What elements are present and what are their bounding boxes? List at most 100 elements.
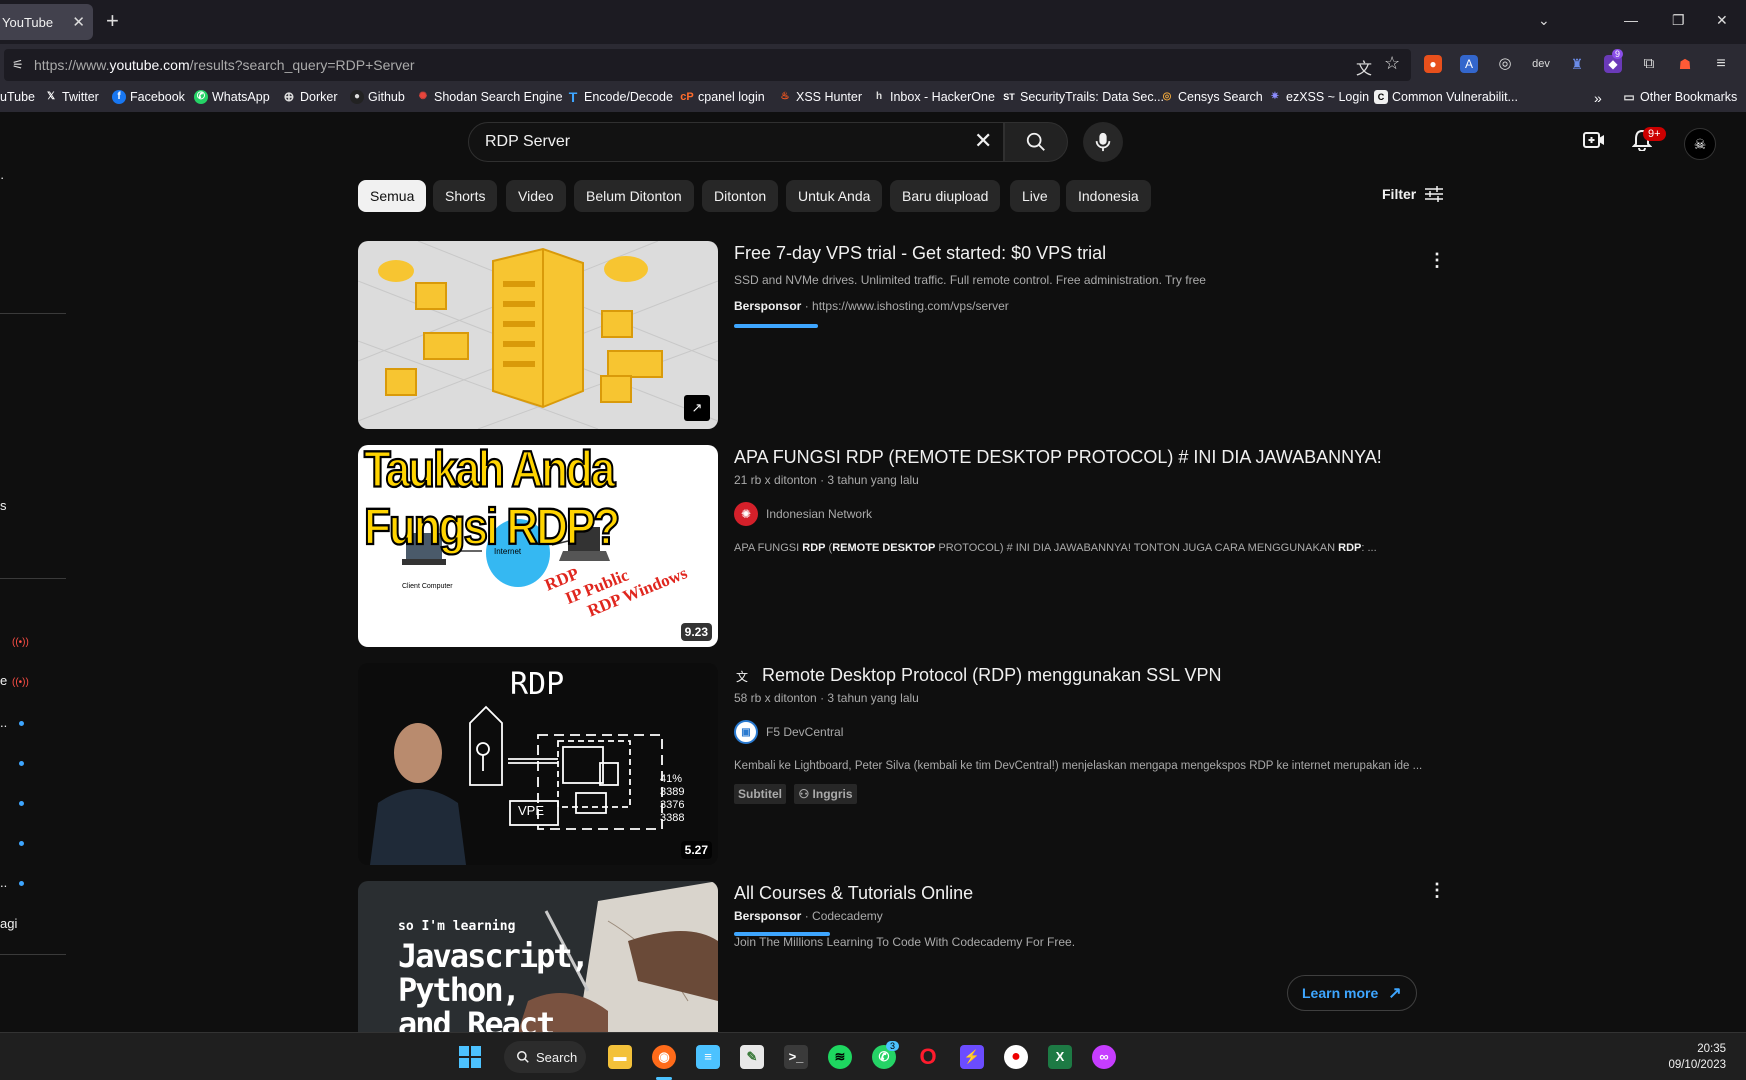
channel-avatar[interactable]: ▣	[734, 720, 758, 744]
chip-shorts[interactable]: Shorts	[433, 180, 498, 212]
minimize-icon[interactable]: —	[1624, 12, 1638, 28]
extension-fox-red-icon[interactable]: ☗	[1676, 55, 1694, 73]
bookmark-dorker[interactable]: ⊕ Dorker	[282, 90, 338, 105]
windows-start-icon[interactable]	[458, 1045, 482, 1069]
tab-close-icon[interactable]: ✕	[72, 13, 85, 31]
extension-cookie-icon[interactable]: ◎	[1496, 55, 1514, 73]
taskbar-search-button[interactable]: Search	[504, 1041, 586, 1073]
nav-fragment[interactable]: ..	[0, 875, 7, 890]
bookmark-xss-hunter[interactable]: ♨ XSS Hunter	[778, 90, 863, 104]
lightning-app-icon[interactable]: ⚡	[960, 1045, 984, 1069]
bookmark-whatsapp[interactable]: ✆ WhatsApp	[194, 90, 270, 104]
ad-thumbnail-codecademy[interactable]: so I'm learning Javascript, Python, and …	[358, 881, 718, 1032]
filter-button[interactable]: Filter	[1382, 186, 1444, 202]
nav-fragment[interactable]: e	[0, 673, 7, 688]
nav-fragment[interactable]: agi	[0, 916, 17, 931]
bookmark-hackerone[interactable]: h Inbox - HackerOne	[872, 90, 995, 104]
chip-untuk-anda[interactable]: Untuk Anda	[786, 180, 883, 212]
system-clock[interactable]: 20:35 09/10/2023	[1668, 1041, 1726, 1073]
video-thumbnail-rdp-ssl-vpn[interactable]: RDP VPE 41% 3389 3376 3388 5.27	[358, 663, 718, 865]
bookmark-star-icon[interactable]: ☆	[1384, 53, 1400, 74]
server-illustration-icon	[358, 241, 718, 429]
tab-list-chevron-icon[interactable]: ⌄	[1538, 12, 1550, 29]
video-description: Kembali ke Lightboard, Peter Silva (kemb…	[734, 760, 1423, 772]
ad-more-options-icon[interactable]: ⋮	[1428, 880, 1446, 901]
chip-video[interactable]: Video	[506, 180, 566, 212]
excel-icon[interactable]: X	[1048, 1045, 1072, 1069]
avatar[interactable]: ☠	[1684, 128, 1716, 160]
search-button[interactable]	[1004, 122, 1068, 162]
firefox-icon[interactable]: ◉	[652, 1045, 676, 1069]
restore-icon[interactable]: ❐	[1672, 12, 1685, 29]
ad-thumbnail-vps[interactable]: ↗	[358, 241, 718, 429]
clear-search-icon[interactable]: ✕	[974, 130, 992, 152]
channel-avatar[interactable]: ✺	[734, 502, 758, 526]
chip-live[interactable]: Live	[1010, 180, 1060, 212]
page-settings-icon[interactable]: ⚟	[12, 57, 24, 73]
advertiser-name[interactable]: Codecademy	[812, 909, 883, 923]
channel-link[interactable]: ✺ Indonesian Network	[734, 502, 872, 526]
bookmark-cve[interactable]: C Common Vulnerabilit...	[1374, 90, 1518, 104]
bookmark-facebook[interactable]: f Facebook	[112, 90, 185, 104]
bookmark-twitter[interactable]: 𝕏 Twitter	[44, 90, 99, 104]
create-video-button[interactable]	[1583, 131, 1605, 154]
bookmark-github[interactable]: ● Github	[350, 90, 405, 104]
notes-app-icon[interactable]: ✎	[740, 1045, 764, 1069]
extension-translate-icon[interactable]: A	[1460, 55, 1478, 73]
browser-menu-icon[interactable]: ≡	[1712, 55, 1730, 73]
search-input[interactable]: RDP Server	[468, 122, 1004, 162]
spotify-icon[interactable]: ≋	[828, 1045, 852, 1069]
video-thumbnail-rdp-fungsi[interactable]: Taukah Anda Fungsi RDP? Internet Client …	[358, 445, 718, 647]
notepad-icon[interactable]: ≡	[696, 1045, 720, 1069]
bookmark-shodan[interactable]: ✺ Shodan Search Engine	[416, 90, 563, 104]
bookmark-censys[interactable]: ◎ Censys Search	[1160, 90, 1263, 104]
learn-more-button[interactable]: Learn more ↗	[1287, 975, 1417, 1011]
bookmark-securitytrails[interactable]: ST SecurityTrails: Data Sec...	[1002, 90, 1164, 104]
video-title[interactable]: Remote Desktop Protocol (RDP) menggunaka…	[762, 665, 1222, 686]
mask-app-icon[interactable]: ∞	[1092, 1045, 1116, 1069]
video-title[interactable]: APA FUNGSI RDP (REMOTE DESKTOP PROTOCOL)…	[734, 447, 1382, 468]
whatsapp-icon: ✆	[194, 90, 208, 104]
extension-dev-icon[interactable]: dev	[1532, 55, 1550, 73]
ad-url[interactable]: https://www.ishosting.com/vps/server	[812, 299, 1009, 313]
opera-icon[interactable]: O	[916, 1045, 940, 1069]
nav-fragment[interactable]: s	[0, 498, 7, 513]
bookmarks-overflow-chevron-icon[interactable]: »	[1594, 90, 1602, 106]
window-close-icon[interactable]: ✕	[1716, 12, 1728, 29]
terminal-icon[interactable]: >_	[784, 1045, 808, 1069]
ad-title[interactable]: All Courses & Tutorials Online	[734, 883, 973, 904]
chip-belum-ditonton[interactable]: Belum Ditonton	[574, 180, 694, 212]
bookmark-youtube[interactable]: uTube	[0, 90, 35, 104]
bookmark-ezxss[interactable]: ✷ ezXSS ~ Login	[1268, 90, 1369, 104]
chip-indonesia[interactable]: Indonesia	[1066, 180, 1151, 212]
chip-semua[interactable]: Semua	[358, 180, 427, 212]
chip-baru-diupload[interactable]: Baru diupload	[890, 180, 1001, 212]
channel-link[interactable]: ▣ F5 DevCentral	[734, 720, 843, 744]
filter-sliders-icon	[1425, 186, 1444, 202]
file-explorer-icon[interactable]: ▬	[608, 1045, 632, 1069]
learn-more-label: Learn more	[1302, 985, 1379, 1001]
bookmark-other-bookmarks[interactable]: ▭ Other Bookmarks	[1622, 90, 1737, 104]
ad-more-options-icon[interactable]: ⋮	[1428, 250, 1446, 271]
bookmark-label: ezXSS ~ Login	[1286, 90, 1370, 104]
channel-name[interactable]: F5 DevCentral	[766, 725, 843, 739]
address-bar[interactable]: ⚟ https://www. youtube.com/results?search…	[4, 49, 1411, 81]
extension-fox-icon[interactable]: ●	[1424, 55, 1442, 73]
extension-puzzle-person-icon[interactable]: ♜	[1568, 55, 1586, 73]
extensions-puzzle-icon[interactable]: ⧉	[1640, 55, 1658, 73]
new-tab-icon[interactable]: +	[106, 10, 119, 32]
ad-title[interactable]: Free 7-day VPS trial - Get started: $0 V…	[734, 243, 1106, 264]
channel-name[interactable]: Indonesian Network	[766, 507, 872, 521]
voice-search-button[interactable]	[1083, 122, 1123, 162]
screen-recorder-icon[interactable]: ●	[1004, 1045, 1028, 1069]
bookmark-label: Shodan Search Engine	[434, 90, 563, 104]
browser-tab-youtube[interactable]: YouTube ✕	[0, 4, 93, 40]
nav-fragment[interactable]: ..	[0, 715, 7, 730]
chip-ditonton[interactable]: Ditonton	[702, 180, 779, 212]
upload-age: 3 tahun yang lalu	[827, 473, 919, 487]
bookmark-cpanel[interactable]: cP cpanel login	[680, 90, 764, 104]
translate-icon[interactable]: 文	[1356, 55, 1372, 79]
bookmark-encode-decode[interactable]: T Encode/Decode	[566, 90, 673, 104]
external-link-icon[interactable]: ↗	[684, 395, 710, 421]
clock-date: 09/10/2023	[1668, 1059, 1726, 1071]
